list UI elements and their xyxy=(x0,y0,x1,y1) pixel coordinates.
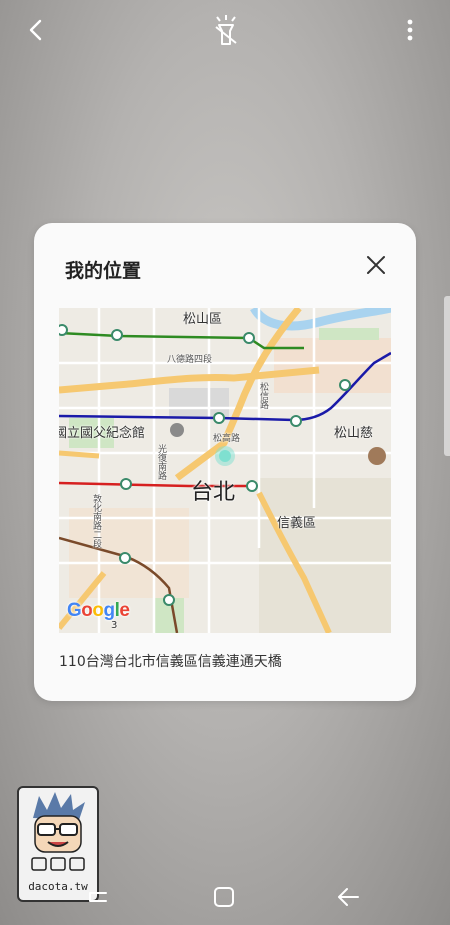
back-nav-icon xyxy=(338,888,359,906)
map-label-memorial-hall: 國立國父紀念館 xyxy=(59,426,146,441)
cartoon-face-icon xyxy=(31,792,85,871)
map-label-taipei: 台北 xyxy=(191,480,236,505)
google-logo: Google xyxy=(67,600,130,621)
home-icon xyxy=(214,887,234,907)
location-map[interactable]: 松山區 八德路四段 國立國父紀念館 松山慈 松高路 台北 信義區 松信路 光復南… xyxy=(59,308,391,633)
map-label-songshan-ci: 松山慈 xyxy=(334,426,374,441)
close-button[interactable] xyxy=(362,251,390,279)
top-bar xyxy=(0,0,450,60)
more-vertical-icon xyxy=(407,19,413,41)
map-label-songxin-road: 松信路 xyxy=(258,382,268,409)
map-label-bade-road: 八德路四段 xyxy=(167,355,213,365)
back-nav-button[interactable] xyxy=(334,882,364,912)
recents-icon xyxy=(89,892,107,902)
edge-panel-handle[interactable] xyxy=(444,296,450,456)
recents-button[interactable] xyxy=(83,882,113,912)
location-address: 110台灣台北市信義區信義連通天橋 xyxy=(59,654,282,670)
home-button[interactable] xyxy=(209,882,239,912)
my-location-dialog: 我的位置 松山區 八德路四段 國立國父紀念館 松山慈 松高路 台北 信義區 松信… xyxy=(34,223,416,701)
map-graphic xyxy=(59,308,391,633)
flashlight-button[interactable] xyxy=(209,12,243,48)
map-label-dunhua-south-road: 敦化南路二段 xyxy=(91,494,101,548)
navigation-bar xyxy=(0,870,450,925)
map-label-guangfu-south-road: 光復南路 xyxy=(156,444,166,480)
dialog-title: 我的位置 xyxy=(65,260,142,282)
map-label-songgao-road: 松高路 xyxy=(213,434,241,444)
more-options-button[interactable] xyxy=(398,14,422,46)
flashlight-off-icon xyxy=(215,15,237,45)
map-label-xinyi-district: 信義區 xyxy=(277,516,317,531)
back-button[interactable] xyxy=(20,14,52,46)
close-icon xyxy=(367,256,385,274)
back-arrow-icon xyxy=(29,19,42,41)
map-label-songshan-district: 松山區 xyxy=(183,312,223,327)
